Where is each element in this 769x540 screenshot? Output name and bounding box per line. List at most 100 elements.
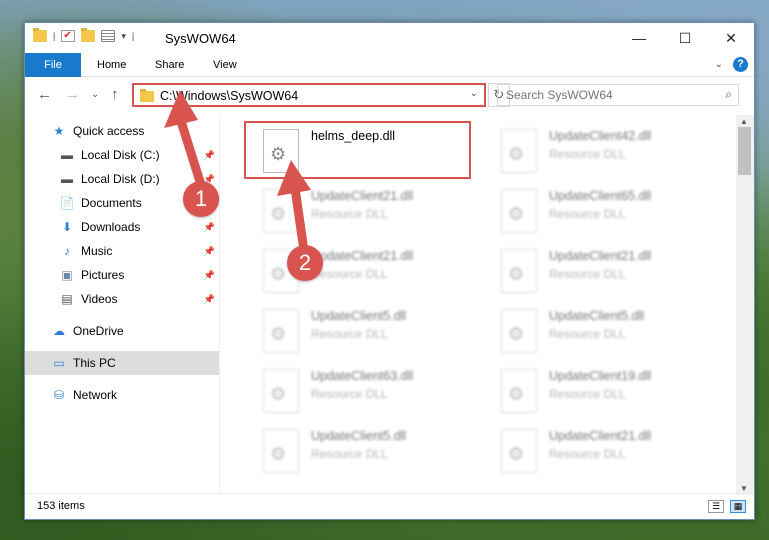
tab-view[interactable]: View	[199, 53, 251, 77]
file-tile[interactable]: ⚙ UpdateClient21.dll Resource DLL	[483, 421, 713, 475]
file-type: Resource DLL	[311, 267, 388, 281]
sidebar-item-videos[interactable]: ▤ Videos 📌	[25, 287, 219, 311]
minimize-button[interactable]: —	[616, 23, 662, 53]
sidebar-item-network[interactable]: ⛁ Network	[25, 383, 219, 407]
file-tile[interactable]: ⚙ UpdateClient5.dll Resource DLL	[245, 421, 475, 475]
search-icon[interactable]: ⌕	[725, 87, 732, 102]
vertical-scrollbar[interactable]: ▲ ▼	[736, 115, 754, 495]
sidebar-item-label: Pictures	[81, 268, 125, 282]
sidebar-item-pictures[interactable]: ▣ Pictures 📌	[25, 263, 219, 287]
tab-home[interactable]: Home	[83, 53, 140, 77]
sidebar-item-label: OneDrive	[73, 324, 124, 338]
file-name: UpdateClient65.dll	[549, 189, 652, 203]
download-icon: ⬇	[61, 220, 73, 234]
details-view-icon[interactable]: ☰	[708, 500, 724, 513]
file-type: Resource DLL	[311, 327, 388, 341]
dll-file-icon: ⚙	[501, 369, 537, 413]
drive-icon: ▬	[61, 148, 73, 162]
folder-icon[interactable]	[33, 28, 47, 42]
close-button[interactable]: ✕	[708, 23, 754, 53]
file-tile[interactable]: ⚙ UpdateClient42.dll Resource DLL	[483, 121, 713, 175]
ribbon-tabs: File Home Share View ⌄ ?	[25, 53, 754, 77]
tiles-view-icon[interactable]: ▦	[730, 500, 746, 513]
pin-icon[interactable]: 📌	[204, 294, 215, 305]
item-count: 153 items	[37, 500, 85, 512]
file-tile[interactable]: ⚙ UpdateClient5.dll Resource DLL	[483, 301, 713, 355]
file-type: Resource DLL	[549, 387, 626, 401]
videos-icon: ▤	[61, 292, 73, 306]
dll-file-icon: ⚙	[263, 309, 299, 353]
dll-file-icon: ⚙	[263, 429, 299, 473]
properties-icon[interactable]	[101, 30, 116, 42]
up-arrow-icon[interactable]: ↑	[111, 86, 119, 103]
recent-locations-icon[interactable]: ⌄	[91, 89, 99, 100]
dll-file-icon: ⚙	[501, 189, 537, 233]
search-input[interactable]	[498, 85, 708, 105]
file-tile[interactable]: ⚙ UpdateClient5.dll Resource DLL	[245, 301, 475, 355]
step-2-badge: 2	[287, 245, 323, 281]
scroll-up-icon[interactable]: ▲	[740, 117, 748, 126]
scroll-down-icon[interactable]: ▼	[740, 484, 748, 493]
file-name: UpdateClient21.dll	[549, 249, 652, 263]
file-type: Resource DLL	[311, 447, 388, 461]
cloud-icon: ☁	[53, 324, 65, 338]
scrollbar-thumb[interactable]	[738, 127, 751, 175]
computer-icon: ▭	[53, 356, 65, 370]
dll-file-icon: ⚙	[501, 129, 537, 173]
file-name: UpdateClient21.dll	[549, 429, 652, 443]
explorer-window: | ▾ | SysWOW64 — ☐ ✕ File Home Share Vie…	[24, 22, 755, 520]
new-folder-icon[interactable]	[81, 28, 96, 42]
file-name: UpdateClient5.dll	[311, 429, 407, 443]
dll-file-icon: ⚙	[501, 429, 537, 473]
file-tile[interactable]: ⚙ UpdateClient21.dll Resource DLL	[483, 241, 713, 295]
dll-file-icon: ⚙	[501, 249, 537, 293]
navigation-bar: ← → ⌄ ↑ C:\Windows\SysWOW64 ⌄ ↻ ⌕	[25, 79, 754, 111]
file-type: Resource DLL	[549, 147, 626, 161]
file-tile[interactable]: ⚙ UpdateClient19.dll Resource DLL	[483, 361, 713, 415]
address-dropdown-icon[interactable]: ⌄	[470, 88, 478, 99]
sidebar-item-label: Quick access	[73, 124, 145, 138]
file-type: Resource DLL	[549, 327, 626, 341]
expand-ribbon-icon[interactable]: ⌄	[715, 59, 723, 70]
properties-check-icon[interactable]	[61, 30, 76, 42]
sidebar-item-this-pc[interactable]: ▭ This PC	[25, 351, 219, 375]
file-name: UpdateClient19.dll	[549, 369, 652, 383]
file-tile[interactable]: ⚙ UpdateClient63.dll Resource DLL	[245, 361, 475, 415]
sidebar-item-onedrive[interactable]: ☁ OneDrive	[25, 319, 219, 343]
music-icon: ♪	[64, 244, 70, 258]
pin-icon[interactable]: 📌	[204, 270, 215, 281]
sidebar-item-music[interactable]: ♪ Music 📌	[25, 239, 219, 263]
file-type: Resource DLL	[311, 387, 388, 401]
sidebar-item-label: This PC	[73, 356, 116, 370]
network-icon: ⛁	[53, 388, 65, 402]
window-title: SysWOW64	[165, 31, 236, 46]
maximize-button[interactable]: ☐	[662, 23, 708, 53]
pictures-icon: ▣	[61, 268, 73, 282]
pin-icon[interactable]: 📌	[204, 222, 215, 233]
sidebar-item-label: Network	[73, 388, 118, 402]
quick-access-toolbar: | ▾ |	[33, 28, 134, 42]
file-tile[interactable]: ⚙ UpdateClient65.dll Resource DLL	[483, 181, 713, 235]
file-type: Resource DLL	[549, 447, 626, 461]
file-name: UpdateClient5.dll	[311, 309, 407, 323]
file-type: Resource DLL	[549, 207, 626, 221]
forward-arrow-icon[interactable]: →	[65, 86, 80, 103]
sidebar-item-label: Videos	[81, 292, 118, 306]
step-1-badge: 1	[183, 181, 219, 217]
drive-icon: ▬	[61, 172, 73, 186]
sidebar-item-label: Local Disk (C:)	[81, 148, 160, 162]
search-box[interactable]: ⌕	[497, 84, 739, 106]
back-arrow-icon[interactable]: ←	[37, 86, 52, 103]
pin-icon[interactable]: 📌	[204, 246, 215, 257]
sidebar-item-label: Documents	[81, 196, 142, 210]
status-bar: 153 items ☰ ▦	[25, 493, 754, 519]
sidebar-item-label: Music	[81, 244, 113, 258]
tab-share[interactable]: Share	[141, 53, 198, 77]
customize-toolbar-icon[interactable]: ▾	[121, 31, 126, 42]
documents-icon: 📄	[59, 196, 75, 210]
sidebar-item-label: Downloads	[81, 220, 141, 234]
help-icon[interactable]: ?	[733, 57, 748, 72]
star-icon: ★	[53, 124, 65, 138]
dll-file-icon: ⚙	[263, 369, 299, 413]
tab-file[interactable]: File	[25, 53, 81, 77]
